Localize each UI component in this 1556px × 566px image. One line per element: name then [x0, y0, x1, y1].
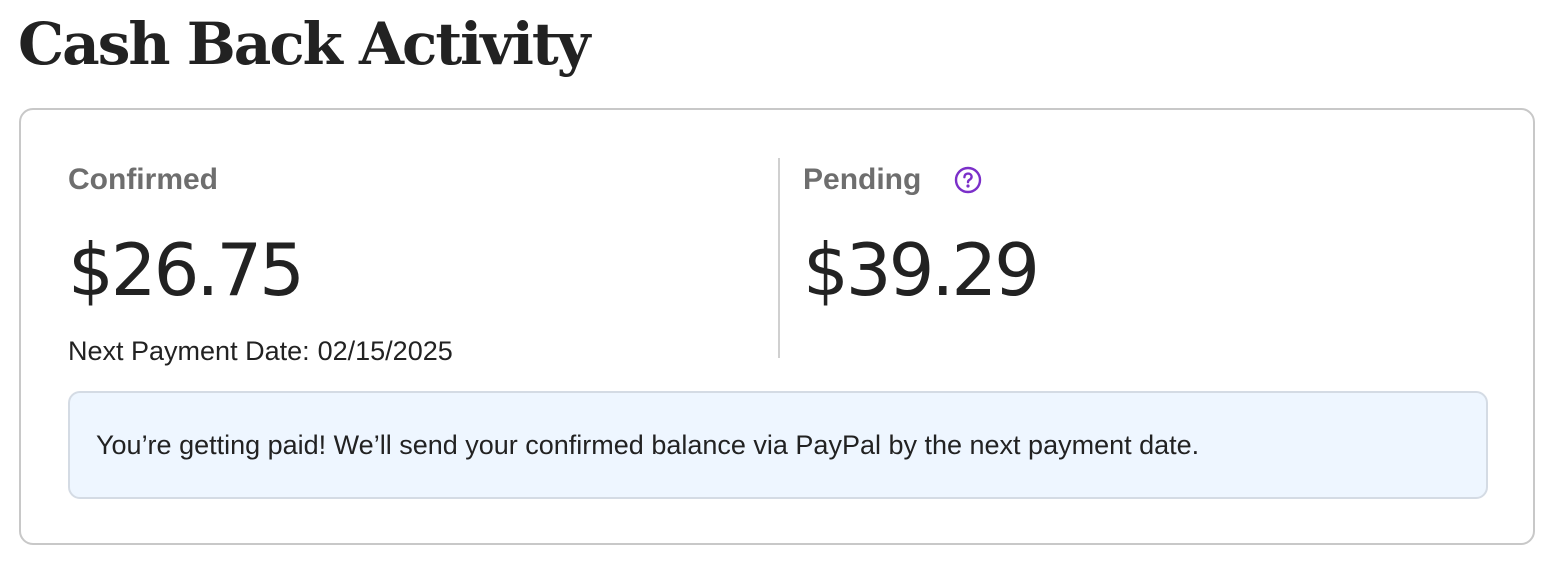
next-payment-date: Next Payment Date: 02/15/2025 — [68, 336, 768, 367]
pending-label: Pending — [803, 163, 922, 196]
question-circle-icon[interactable] — [954, 166, 982, 194]
pending-section: Pending $39.29 — [803, 158, 1503, 358]
section-divider — [778, 158, 780, 358]
next-payment-label: Next Payment Date: — [68, 336, 310, 366]
confirmed-label-row: Confirmed — [68, 158, 768, 202]
pending-amount: $39.29 — [803, 228, 1040, 312]
page-title: Cash Back Activity — [18, 10, 590, 78]
confirmed-amount: $26.75 — [68, 228, 305, 312]
payment-info-banner: You’re getting paid! We’ll send your con… — [68, 391, 1488, 499]
cash-back-summary-card: Confirmed $26.75 Next Payment Date: 02/15… — [19, 108, 1535, 545]
confirmed-label: Confirmed — [68, 163, 218, 196]
confirmed-section: Confirmed $26.75 Next Payment Date: 02/15… — [68, 158, 768, 366]
next-payment-value: 02/15/2025 — [317, 336, 453, 366]
payment-info-text: You’re getting paid! We’ll send your con… — [96, 429, 1200, 460]
pending-label-row: Pending — [803, 158, 1503, 202]
